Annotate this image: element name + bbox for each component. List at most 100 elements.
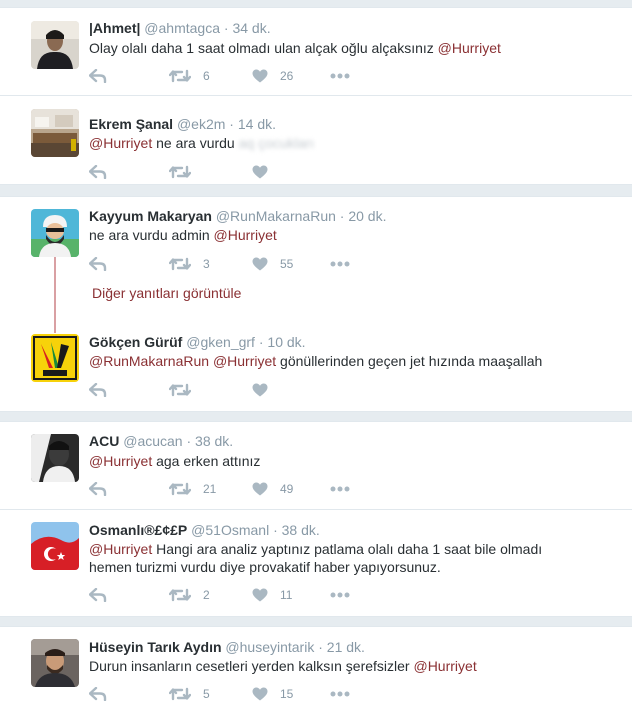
separator-dot: · (339, 208, 345, 224)
retweet-count: 3 (203, 257, 210, 271)
tweet-replies-page: |Ahmet| @ahmtagca · 34 dk. Olay olalı da… (0, 0, 632, 720)
retweet-icon (169, 69, 191, 83)
more-button[interactable] (330, 686, 350, 702)
retweet-button[interactable] (169, 164, 191, 180)
reply-icon (89, 482, 107, 496)
retweet-button[interactable]: 21 (169, 481, 216, 497)
separator-dot: · (318, 639, 323, 655)
display-name[interactable]: Hüseyin Tarık Aydın (89, 639, 222, 655)
timestamp[interactable]: 14 dk. (238, 116, 276, 132)
more-button[interactable] (330, 587, 350, 603)
like-button[interactable]: 15 (252, 686, 293, 702)
tweet-header: Hüseyin Tarık Aydın @huseyintarik · 21 d… (89, 639, 365, 655)
avatar[interactable] (31, 109, 79, 157)
username[interactable]: @ek2m (177, 116, 225, 132)
tweet-text: @RunMakarnaRun @Hurriyet gönüllerinden g… (89, 352, 609, 370)
reply-button[interactable] (89, 164, 107, 180)
text: Durun insanların cesetleri yerden kalksı… (89, 658, 410, 674)
mention-link[interactable]: @Hurriyet (214, 227, 277, 243)
timestamp[interactable]: 10 dk. (267, 334, 305, 350)
conversation-group: Hüseyin Tarık Aydın @huseyintarik · 21 d… (0, 626, 632, 720)
timestamp[interactable]: 20 dk. (348, 208, 386, 224)
like-button[interactable] (252, 382, 268, 398)
like-button[interactable]: 11 (252, 587, 292, 603)
avatar[interactable] (31, 434, 79, 482)
more-button[interactable] (330, 68, 350, 84)
tweet-actions (89, 382, 389, 398)
mention-link[interactable]: @Hurriyet (213, 353, 276, 369)
more-button[interactable] (330, 481, 350, 497)
like-button[interactable] (252, 164, 268, 180)
like-button[interactable]: 55 (252, 256, 293, 272)
timestamp[interactable]: 38 dk. (282, 522, 320, 538)
username[interactable]: @51Osmanl (191, 522, 269, 538)
reply-button[interactable] (89, 587, 107, 603)
avatar[interactable] (31, 639, 79, 687)
avatar[interactable] (31, 209, 79, 257)
reply-button[interactable] (89, 256, 107, 272)
retweet-icon (169, 687, 191, 701)
like-count: 26 (280, 69, 294, 83)
mention-link[interactable]: @Hurriyet (89, 541, 152, 557)
text: ne ara vurdu (156, 135, 235, 151)
tweet[interactable]: Osmanlı®£¢£P @51Osmanl · 38 dk. @Hurriye… (0, 510, 632, 616)
text: gönüllerinden geçen jet hızında maaşalla… (280, 353, 543, 369)
separator-dot: · (258, 334, 264, 350)
display-name[interactable]: Ekrem Şanal (89, 116, 173, 132)
retweet-icon (169, 588, 191, 602)
username[interactable]: @gken_grf (186, 334, 255, 350)
reply-button[interactable] (89, 382, 107, 398)
avatar[interactable] (31, 21, 79, 69)
more-dots-icon (330, 486, 350, 492)
display-name[interactable]: ACU (89, 433, 119, 449)
timestamp[interactable]: 34 dk. (232, 20, 270, 36)
heart-icon (252, 383, 268, 397)
tweet[interactable]: |Ahmet| @ahmtagca · 34 dk. Olay olalı da… (0, 8, 632, 96)
text: aga erken attınız (156, 453, 261, 469)
like-button[interactable]: 49 (252, 481, 293, 497)
retweet-button[interactable] (169, 382, 191, 398)
tweet[interactable]: Kayyum Makaryan @RunMakarnaRun · 20 dk. … (0, 197, 632, 277)
tweet[interactable]: ACU @acucan · 38 dk. @Hurriyet aga erken… (0, 422, 632, 510)
heart-icon (252, 687, 268, 701)
display-name[interactable]: Gökçen Gürüf (89, 334, 182, 350)
retweet-button[interactable]: 2 (169, 587, 210, 603)
reply-icon (89, 165, 107, 179)
display-name[interactable]: |Ahmet| (89, 20, 140, 36)
display-name[interactable]: Kayyum Makaryan (89, 208, 212, 224)
retweet-button[interactable]: 6 (169, 68, 210, 84)
tweet[interactable]: Gökçen Gürüf @gken_grf · 10 dk. @RunMaka… (0, 323, 632, 411)
username[interactable]: @huseyintarik (225, 639, 314, 655)
timestamp[interactable]: 38 dk. (195, 433, 233, 449)
reply-icon (89, 687, 107, 701)
reply-button[interactable] (89, 68, 107, 84)
mention-link[interactable]: @Hurriyet (413, 658, 476, 674)
text: hemen turizmi vurdu diye provakatif habe… (89, 559, 441, 575)
tweet-actions (89, 164, 389, 180)
reply-button[interactable] (89, 686, 107, 702)
mention-link[interactable]: @Hurriyet (89, 453, 152, 469)
tweet-actions: 6 26 (89, 68, 389, 84)
tweet[interactable]: Ekrem Şanal @ek2m · 14 dk. @Hurriyet ne … (0, 96, 632, 186)
display-name[interactable]: Osmanlı®£¢£P (89, 522, 187, 538)
more-button[interactable] (330, 256, 350, 272)
username[interactable]: @RunMakarnaRun (216, 208, 336, 224)
retweet-button[interactable]: 3 (169, 256, 210, 272)
username[interactable]: @acucan (123, 433, 182, 449)
avatar[interactable] (31, 522, 79, 570)
tweet-text: ne ara vurdu admin @Hurriyet (89, 226, 609, 244)
avatar[interactable] (31, 334, 79, 382)
like-button[interactable]: 26 (252, 68, 293, 84)
tweet-actions: 5 15 (89, 686, 389, 702)
view-more-replies-link[interactable]: Diğer yanıtları görüntüle (92, 285, 241, 301)
timestamp[interactable]: 21 dk. (327, 639, 365, 655)
tweet-actions: 2 11 (89, 587, 389, 603)
mention-link[interactable]: @Hurriyet (89, 135, 152, 151)
mention-link[interactable]: @Hurriyet (438, 40, 501, 56)
reply-button[interactable] (89, 481, 107, 497)
tweet[interactable]: Hüseyin Tarık Aydın @huseyintarik · 21 d… (0, 627, 632, 720)
mention-link[interactable]: @RunMakarnaRun (89, 353, 209, 369)
retweet-button[interactable]: 5 (169, 686, 210, 702)
more-dots-icon (330, 261, 350, 267)
username[interactable]: @ahmtagca (144, 20, 220, 36)
